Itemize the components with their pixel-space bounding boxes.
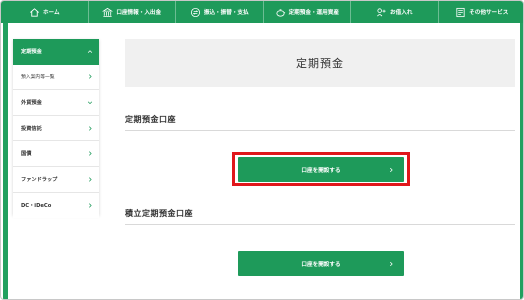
sidebar-item-label: DC・iDeCo <box>21 202 52 209</box>
nav-transfer-label: 振込・振替・支払 <box>203 10 249 16</box>
sidebar-item-label: 定期預金 <box>21 49 42 56</box>
open-installment-account-button-label: 口座を開設する <box>301 261 341 268</box>
nav-other-services-label: その他サービス <box>469 10 509 16</box>
nav-home[interactable]: ホーム <box>1 1 89 23</box>
chevron-right-icon <box>86 125 93 132</box>
loan-icon <box>376 7 387 18</box>
sidebar-item-deposit-guide-list[interactable]: 預入案内等一覧 <box>13 64 99 91</box>
sidebar-item-time-deposit[interactable]: 定期預金 <box>13 39 99 65</box>
nav-deposits[interactable]: 定期預金・運用資産 <box>264 1 351 23</box>
sidebar-item-label: 投資信託 <box>21 125 42 132</box>
sidebar-item-label: 外貨預金 <box>21 99 42 106</box>
section-title-installment-deposit-account: 積立定期預金口座 <box>125 209 193 218</box>
section-divider <box>125 130 515 131</box>
nav-home-label: ホーム <box>42 10 60 16</box>
sidebar-item-foreign-currency[interactable]: 外貨預金 <box>13 90 99 116</box>
sidebar-item-label: ファンドラップ <box>21 176 58 183</box>
bank-icon <box>102 7 114 18</box>
top-navigation: ホーム 口座情報・入出金 振込・振替・支払 定期預金・運用資産 お借入れ その他… <box>1 1 524 23</box>
nav-transfer[interactable]: 振込・振替・支払 <box>176 1 264 23</box>
sidebar-item-label: 預入案内等一覧 <box>21 75 55 81</box>
nav-loans-label: お借入れ <box>390 10 413 16</box>
chevron-right-icon <box>86 202 93 209</box>
open-account-button[interactable]: 口座を開設する <box>238 157 404 182</box>
sidebar-item-dc-ideco[interactable]: DC・iDeCo <box>13 192 99 219</box>
section-divider <box>125 224 515 225</box>
chevron-down-icon <box>86 99 93 106</box>
nav-deposits-label: 定期預金・運用資産 <box>288 10 339 16</box>
app-window: ホーム 口座情報・入出金 振込・振替・支払 定期預金・運用資産 お借入れ その他… <box>0 0 524 300</box>
sidebar-item-label: 国債 <box>21 151 32 158</box>
nav-loans[interactable]: お借入れ <box>351 1 439 23</box>
open-installment-account-button[interactable]: 口座を開設する <box>238 251 404 276</box>
nav-account-info[interactable]: 口座情報・入出金 <box>89 1 176 23</box>
page-title: 定期預金 <box>125 39 515 87</box>
sidebar-item-government-bonds[interactable]: 国債 <box>13 141 99 167</box>
nav-account-info-label: 口座情報・入出金 <box>116 10 162 16</box>
home-icon <box>29 7 40 18</box>
sidebar-item-investment-trust[interactable]: 投資信託 <box>13 115 99 142</box>
sidebar-item-fund-wrap[interactable]: ファンドラップ <box>13 166 99 193</box>
open-account-button-label: 口座を開設する <box>301 167 341 174</box>
chevron-right-icon <box>388 261 394 267</box>
chevron-right-icon <box>86 73 93 80</box>
chevron-right-icon <box>388 167 394 173</box>
nav-other-services[interactable]: その他サービス <box>439 1 524 23</box>
services-icon <box>455 7 466 18</box>
piggybank-icon <box>275 7 286 18</box>
sidebar: 定期預金 預入案内等一覧 外貨預金 投資信託 国債 ファンドラップ DC・iDe… <box>13 39 99 219</box>
transfer-icon <box>190 7 201 18</box>
section-title-time-deposit-account: 定期預金口座 <box>125 115 176 124</box>
chevron-right-icon <box>86 150 93 157</box>
chevron-up-icon <box>86 48 93 55</box>
chevron-right-icon <box>86 176 93 183</box>
